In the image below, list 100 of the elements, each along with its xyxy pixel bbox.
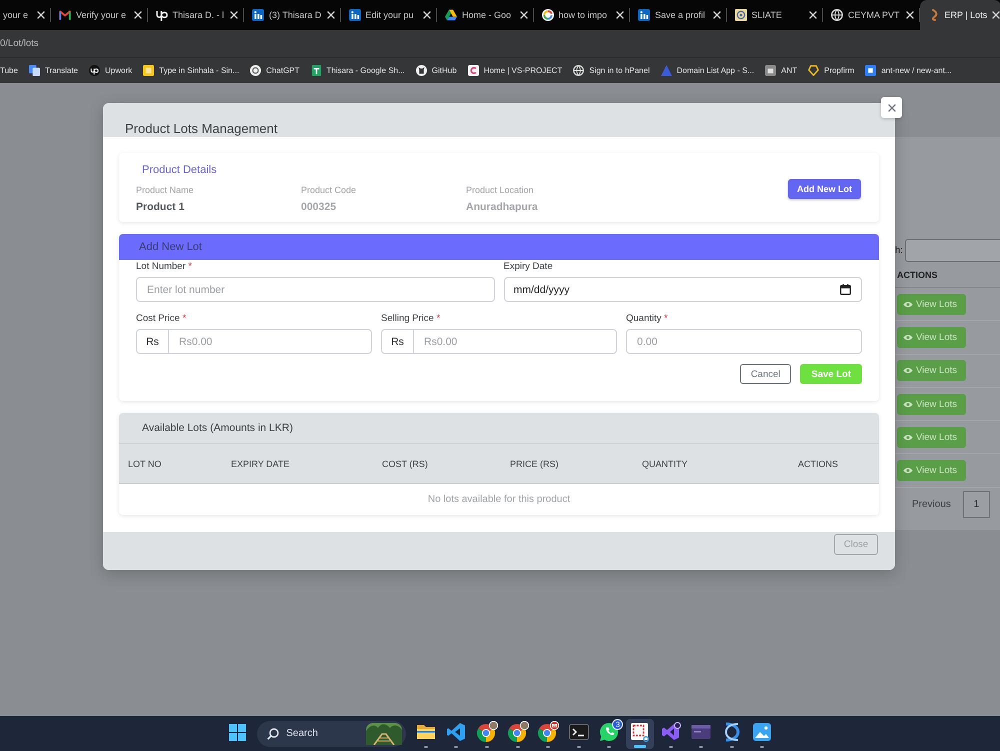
square-logo-icon <box>252 9 264 21</box>
taskbar-app-button[interactable] <box>626 718 654 748</box>
bookmark-item[interactable]: ANT <box>765 65 798 76</box>
circle-logo-icon <box>89 65 100 76</box>
triangle-icon <box>660 65 672 76</box>
section-heading: Product Details <box>142 163 217 177</box>
browser-tab[interactable]: your e <box>0 0 51 30</box>
segmented-circle-icon <box>476 721 498 743</box>
currency-addon: Rs <box>136 329 169 354</box>
close-icon[interactable] <box>712 11 720 19</box>
square-icon <box>865 65 876 76</box>
cross-tile-icon <box>310 65 322 76</box>
close-icon[interactable] <box>992 11 1000 19</box>
field-label: Product Name <box>136 185 194 196</box>
bookmark-item[interactable]: Tube <box>0 66 18 75</box>
bookmark-item[interactable]: GitHub <box>416 65 457 76</box>
close-button[interactable] <box>881 97 902 118</box>
indicator-icon <box>485 746 490 748</box>
square-logo-icon <box>143 65 154 76</box>
close-icon[interactable] <box>809 11 817 19</box>
close-icon[interactable] <box>616 11 624 19</box>
four-squares-icon <box>229 724 246 740</box>
browser-tab[interactable]: CEYMA PVT <box>823 0 920 30</box>
segmented-circle-icon <box>537 721 560 743</box>
mail-icon <box>59 9 71 21</box>
indicator-icon <box>424 746 428 748</box>
modal-title: Product Lots Management <box>125 121 278 137</box>
browser-tab[interactable]: how to impo <box>534 0 630 30</box>
square-logo-icon <box>638 9 650 21</box>
close-icon[interactable] <box>520 11 528 19</box>
close-icon[interactable] <box>906 11 914 19</box>
input-field[interactable]: Rs0.00 <box>168 329 372 354</box>
bookmark-item[interactable]: Sign in to hPanel <box>573 65 650 76</box>
indicator-icon <box>699 746 704 748</box>
bookmark-item[interactable]: Home | VS-PROJECT <box>468 65 562 76</box>
close-icon[interactable] <box>37 11 45 19</box>
browser-tab[interactable]: ERP | Lots <box>920 0 1000 30</box>
field-value: 000325 <box>301 201 336 214</box>
column-header: PRICE (RS) <box>510 458 559 468</box>
globe-icon <box>573 65 584 76</box>
field-label: Quantity * <box>626 313 668 325</box>
page-number-button[interactable]: 1 <box>962 490 990 518</box>
browser-tab[interactable]: Verify your e <box>51 0 148 30</box>
browser-tab[interactable]: Thisara D. - l <box>148 0 244 30</box>
column-header: EXPIRY DATE <box>231 458 290 468</box>
bookmark-item[interactable]: Type in Sinhala - Sin... <box>143 65 240 76</box>
indicator-icon <box>546 746 550 748</box>
ribbon-logo-icon <box>446 722 466 742</box>
close-icon[interactable] <box>230 11 238 19</box>
bookmark-item[interactable]: ant-new / new-ant... <box>865 65 952 76</box>
folder-icon <box>416 722 436 742</box>
date-field[interactable]: mm/dd/yyyy <box>504 277 862 302</box>
indicator-icon <box>607 746 612 748</box>
column-header: ACTIONS <box>897 270 938 280</box>
field-label: Expiry Date <box>504 261 553 273</box>
bookmark-item[interactable]: Upwork <box>89 65 132 76</box>
search-field[interactable] <box>904 238 1000 262</box>
browser-tab[interactable]: Save a profil <box>630 0 726 30</box>
input-field[interactable]: 0.00 <box>626 329 862 354</box>
close-icon[interactable] <box>423 11 431 19</box>
indicator-icon <box>516 746 520 748</box>
browser-tab[interactable]: Home - Goo <box>437 0 534 30</box>
cancel-button[interactable]: Cancel <box>740 364 792 384</box>
browser-tab[interactable]: Edit your pu <box>340 0 437 30</box>
calendar-icon[interactable] <box>840 284 851 295</box>
bookmark-item[interactable]: Translate <box>28 65 78 76</box>
knot-icon <box>250 65 262 76</box>
eye-icon <box>903 367 913 374</box>
field-label: Lot Number * <box>136 261 192 273</box>
search-input[interactable]: Search <box>286 726 360 742</box>
bookmark-item[interactable]: Domain List App - S... <box>660 65 754 76</box>
close-icon[interactable] <box>134 11 142 19</box>
field-label: Selling Price * <box>381 313 440 325</box>
browser-tab[interactable]: SLIATE <box>726 0 823 30</box>
bookmark-item[interactable]: ChatGPT <box>250 65 300 76</box>
globe-icon <box>831 9 843 21</box>
close-icon[interactable] <box>326 11 334 19</box>
empty-table-message: No lots available for this product <box>428 494 570 505</box>
eye-icon <box>903 434 913 441</box>
bookmark-item[interactable]: Propfirm <box>808 65 854 76</box>
input-field[interactable]: Rs0.00 <box>413 329 617 354</box>
bookmark-item[interactable]: Thisara - Google Sh... <box>310 65 405 76</box>
currency-addon: Rs <box>381 329 414 354</box>
loop-logo-icon <box>660 722 681 742</box>
address-bar-url[interactable]: 0/Lot/lots <box>0 38 39 49</box>
taskbar-search-bar[interactable]: Search <box>257 720 406 746</box>
indicator-icon <box>760 746 764 748</box>
input-field[interactable]: Enter lot number <box>136 277 494 302</box>
triangle-logo-icon <box>445 9 457 21</box>
column-header: LOT NO <box>128 458 162 468</box>
browser-tab[interactable]: (3) Thisara D <box>244 0 340 30</box>
previous-link[interactable]: Previous <box>912 498 951 510</box>
shield-icon <box>808 65 820 76</box>
field-label: Product Code <box>301 185 356 196</box>
wave-logo-icon <box>156 9 168 21</box>
column-header: ACTIONS <box>798 458 838 468</box>
eye-icon <box>903 467 913 474</box>
field-label: Product Location <box>466 185 534 196</box>
add-new-lot-button[interactable]: Add New Lot <box>788 178 861 198</box>
console-window-icon <box>568 722 589 742</box>
